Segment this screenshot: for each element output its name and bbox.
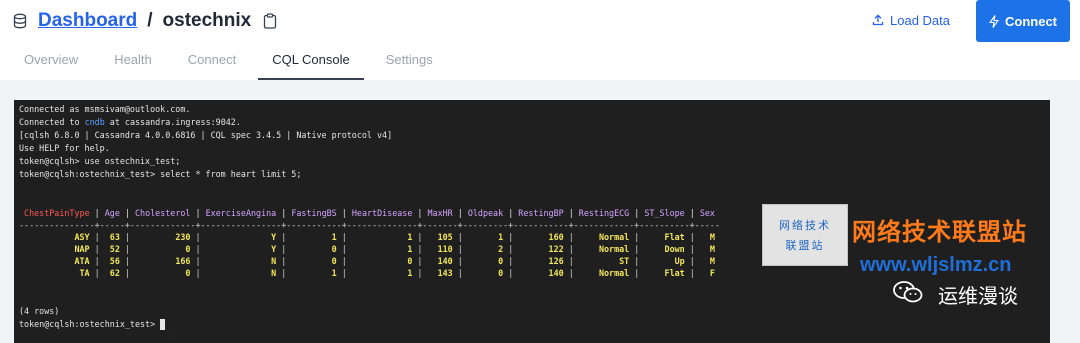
table-cell: 1	[286, 232, 342, 242]
table-cell: ST	[573, 256, 635, 266]
table-cell: 230	[129, 232, 196, 242]
table-cell: 140	[422, 256, 458, 266]
watermark-logo-line1: 网络技术	[779, 220, 831, 232]
table-cell: 0	[346, 256, 418, 266]
table-cell: 2	[462, 244, 509, 254]
table-cell: 63	[99, 232, 125, 242]
connect-label: Connect	[1005, 13, 1057, 29]
tab-overview[interactable]: Overview	[10, 42, 92, 80]
column-header: MaxHR	[422, 208, 458, 218]
breadcrumb-dashboard-link[interactable]: Dashboard	[38, 10, 137, 32]
table-cell: 0	[129, 268, 196, 278]
table-cell: 110	[422, 244, 458, 254]
breadcrumb-separator: /	[147, 10, 153, 31]
watermark-title: 网络技术联盟站	[852, 219, 1027, 246]
tab-connect[interactable]: Connect	[174, 42, 250, 80]
table-cell: Flat	[639, 232, 690, 242]
column-header: FastingBS	[286, 208, 342, 218]
column-header: Cholesterol	[129, 208, 196, 218]
table-cell: 0	[286, 256, 342, 266]
table-cell: 143	[422, 268, 458, 278]
table-cell: N	[200, 268, 282, 278]
table-cell: 122	[513, 244, 569, 254]
table-cell: ATA	[19, 256, 95, 266]
table-cell: 1	[462, 232, 509, 242]
text-cursor-icon	[168, 330, 174, 342]
table-cell: 0	[462, 256, 509, 266]
table-cell: 1	[346, 232, 418, 242]
table-cell: Down	[639, 244, 690, 254]
table-cell: Y	[200, 244, 282, 254]
row-count: (4 rows)	[19, 306, 60, 316]
table-cell: TA	[19, 268, 95, 278]
database-icon	[13, 13, 27, 29]
terminal-line: [cqlsh 6.8.0 | Cassandra 4.0.0.6816 | CQ…	[19, 130, 393, 140]
table-cell: 1	[346, 244, 418, 254]
table-cell: 52	[99, 244, 125, 254]
column-header: Sex	[694, 208, 720, 218]
terminal-line: Use HELP for help.	[19, 143, 110, 153]
table-cell: 1	[286, 268, 342, 278]
terminal-line: Connected to cndb at cassandra.ingress:9…	[19, 116, 1045, 129]
table-cell: Flat	[639, 268, 690, 278]
table-cell: 62	[99, 268, 125, 278]
watermark-logo-line2: 联盟站	[785, 240, 825, 252]
table-cell: 1	[346, 268, 418, 278]
table-cell: Normal	[573, 268, 635, 278]
load-data-button[interactable]: Load Data	[872, 9, 950, 31]
clipboard-icon[interactable]	[263, 13, 277, 29]
table-cell: F	[694, 268, 720, 278]
table-cell: 0	[286, 244, 342, 254]
tab-settings[interactable]: Settings	[372, 42, 447, 80]
terminal-text: Connected to	[19, 117, 85, 127]
table-cell: Normal	[573, 244, 635, 254]
table-cell: 140	[513, 268, 569, 278]
table-cell: 166	[129, 256, 196, 266]
terminal-line: Connected as msmsivam@outlook.com.	[19, 104, 191, 114]
table-cell: Normal	[573, 232, 635, 242]
table-cell: N	[200, 256, 282, 266]
database-name: ostechnix	[162, 10, 252, 31]
table-cell: 0	[462, 268, 509, 278]
table-cell: 160	[513, 232, 569, 242]
tab-cql-console[interactable]: CQL Console	[258, 42, 364, 80]
wechat-icon	[893, 281, 923, 303]
table-cell: M	[694, 256, 720, 266]
tab-bar: Overview Health Connect CQL Console Sett…	[10, 42, 455, 80]
table-cell: ASY	[19, 232, 95, 242]
column-header: Age	[99, 208, 125, 218]
terminal-line: token@cqlsh:ostechnix_test> select * fro…	[19, 169, 302, 179]
terminal-cursor	[160, 319, 166, 330]
upload-icon	[872, 14, 884, 26]
watermark-url: www.wljslmz.cn	[860, 254, 1012, 276]
column-header: ST_Slope	[639, 208, 690, 218]
breadcrumb: Dashboard / ostechnix	[12, 8, 277, 34]
table-cell: Up	[639, 256, 690, 266]
terminal-prompt: token@cqlsh:ostechnix_test>	[19, 319, 161, 329]
column-header: RestingECG	[573, 208, 635, 218]
watermark-logo: 网络技术 联盟站	[762, 204, 848, 266]
terminal-text: at cassandra.ingress:9042.	[104, 117, 241, 127]
watermark-account: 运维漫谈	[938, 286, 1018, 308]
table-cell: Y	[200, 232, 282, 242]
column-header: ExerciseAngina	[200, 208, 282, 218]
table-cell: 56	[99, 256, 125, 266]
load-data-label: Load Data	[890, 12, 950, 28]
table-cell: M	[694, 232, 720, 242]
column-header: RestingBP	[513, 208, 569, 218]
column-header: Oldpeak	[462, 208, 509, 218]
table-cell: 126	[513, 256, 569, 266]
terminal-line: token@cqlsh> use ostechnix_test;	[19, 156, 181, 166]
tab-health[interactable]: Health	[100, 42, 166, 80]
page-header: Dashboard / ostechnix Load Data Connect …	[0, 0, 1080, 90]
connect-button[interactable]: Connect	[976, 0, 1070, 42]
table-cell: M	[694, 244, 720, 254]
terminal-db-name: cndb	[84, 117, 105, 127]
table-cell: 105	[422, 232, 458, 242]
column-header: ChestPainType	[19, 208, 95, 218]
table-cell: NAP	[19, 244, 95, 254]
lightning-icon	[989, 14, 999, 28]
table-cell: 0	[129, 244, 196, 254]
column-header: HeartDisease	[346, 208, 418, 218]
